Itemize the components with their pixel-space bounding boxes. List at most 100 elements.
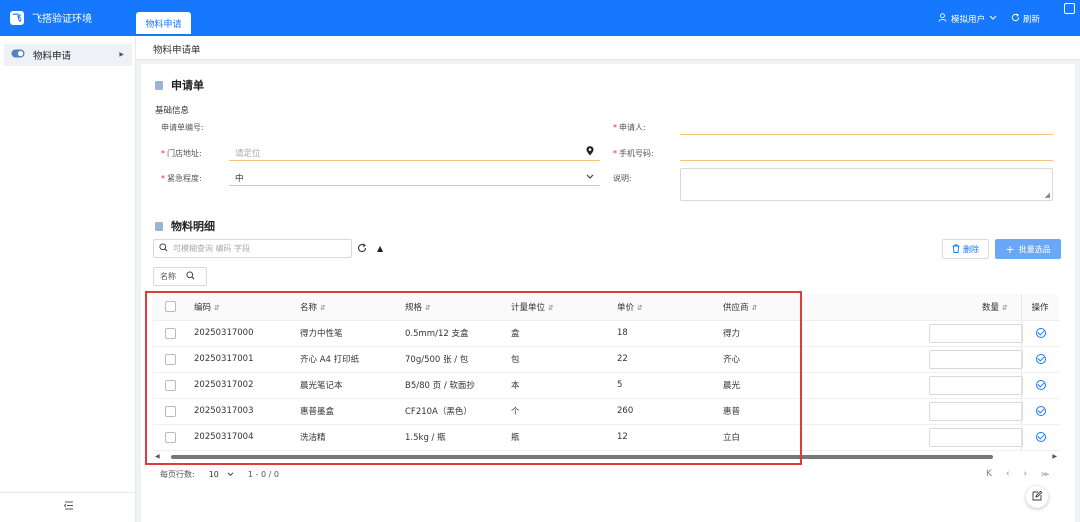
col-header-supplier[interactable]: 供应商 ⇵ bbox=[717, 294, 787, 321]
remark-label: 说明: bbox=[613, 173, 632, 184]
row-select-cell bbox=[153, 346, 188, 373]
search-input[interactable]: 可模糊查询 编码 字段 bbox=[153, 239, 352, 258]
quantity-input[interactable] bbox=[929, 349, 1023, 369]
first-page-icon[interactable]: K bbox=[986, 469, 992, 479]
collapse-menu-icon[interactable] bbox=[63, 501, 74, 513]
delete-button[interactable]: 删除 bbox=[942, 239, 989, 259]
location-pin-icon[interactable] bbox=[586, 146, 594, 159]
check-circle-icon[interactable] bbox=[1035, 405, 1046, 416]
col-header-quantity[interactable]: 数量 ⇵ bbox=[927, 294, 1021, 321]
quantity-input[interactable] bbox=[929, 427, 1023, 447]
header-text: 规格 bbox=[405, 302, 423, 313]
required-mark: * bbox=[161, 174, 165, 183]
cell-code: 20250317000 bbox=[188, 320, 294, 347]
user-icon bbox=[938, 13, 947, 25]
urgency-value: 中 bbox=[235, 174, 244, 184]
remark-textarea[interactable]: ◢ bbox=[680, 168, 1053, 201]
column-filter-chip[interactable]: 名称 bbox=[153, 267, 207, 286]
check-circle-icon[interactable] bbox=[1035, 327, 1046, 338]
table-row[interactable]: 20250317000 得力中性笔 0.5mm/12 支盒盒 18 得力 bbox=[153, 320, 1059, 347]
scroll-left-icon[interactable]: ◀ bbox=[155, 453, 160, 460]
plus-icon: + bbox=[1005, 242, 1015, 256]
col-header-unit[interactable]: 计量单位 ⇵ bbox=[505, 294, 611, 321]
table-refresh-icon[interactable] bbox=[357, 243, 367, 256]
pagination: 每页行数: 10 1 - 0 / 0 bbox=[160, 469, 279, 480]
applicant-field[interactable] bbox=[680, 118, 1053, 135]
table-row[interactable]: 20250317003 惠普墨盒 CF210A（黑色）个 260 惠普 bbox=[153, 398, 1059, 425]
select-all-cell bbox=[153, 294, 188, 321]
cell-unit: 瓶 bbox=[505, 424, 611, 451]
refresh-button[interactable]: 刷新 bbox=[1011, 13, 1040, 25]
header-text: 供应商 bbox=[723, 302, 749, 313]
row-checkbox[interactable] bbox=[165, 353, 176, 365]
store-address-label-text: 门店地址: bbox=[167, 149, 202, 158]
tab-material-request[interactable]: 物料申请 bbox=[136, 12, 191, 36]
sort-icon: ⇵ bbox=[751, 303, 758, 312]
sort-icon: ⇵ bbox=[320, 303, 326, 312]
cell-code: 20250317001 bbox=[188, 346, 294, 373]
sidebar-item-material-request[interactable]: 物料申请 ▶ bbox=[4, 44, 132, 66]
last-page-icon[interactable]: ⪼ bbox=[1041, 469, 1050, 479]
scroll-thumb[interactable] bbox=[171, 455, 993, 459]
check-circle-icon[interactable] bbox=[1035, 353, 1046, 364]
row-checkbox[interactable] bbox=[165, 405, 176, 417]
app-title: 飞搭验证环境 bbox=[32, 14, 92, 25]
caret-up-icon[interactable]: ▲ bbox=[377, 244, 383, 253]
edit-button[interactable] bbox=[1026, 486, 1048, 508]
urgency-select[interactable]: 中 bbox=[229, 169, 600, 186]
table-row[interactable]: 20250317001 齐心 A4 打印纸 70g/500 张 / 包包 22 齐心 bbox=[153, 346, 1059, 373]
check-circle-icon[interactable] bbox=[1035, 431, 1046, 442]
brand[interactable]: 飞 飞搭验证环境 bbox=[10, 10, 92, 25]
cell-quantity bbox=[927, 398, 1023, 425]
batch-select-button[interactable]: + 批量选品 bbox=[995, 239, 1061, 259]
basic-info-title: 基础信息 bbox=[155, 106, 190, 116]
user-name: 模拟用户 bbox=[951, 15, 986, 25]
col-header-code[interactable]: 编码 ⇵ bbox=[188, 294, 294, 321]
row-checkbox[interactable] bbox=[165, 379, 176, 391]
phone-field[interactable] bbox=[680, 144, 1053, 161]
next-page-icon[interactable]: › bbox=[1024, 469, 1028, 479]
cell-quantity bbox=[927, 346, 1023, 373]
resize-handle-icon[interactable]: ◢ bbox=[1045, 191, 1050, 199]
section-title: 申请单 bbox=[171, 79, 204, 92]
cell-price: 260 bbox=[611, 398, 717, 425]
row-checkbox[interactable] bbox=[165, 431, 176, 443]
prev-page-icon[interactable]: ‹ bbox=[1006, 469, 1010, 479]
col-header-name[interactable]: 名称 ⇵ bbox=[294, 294, 399, 321]
app-logo-icon: 飞 bbox=[10, 10, 24, 25]
user-menu[interactable]: 模拟用户 bbox=[938, 13, 997, 25]
col-header-spec[interactable]: 规格 ⇵ bbox=[399, 294, 505, 321]
check-circle-icon[interactable] bbox=[1035, 379, 1046, 390]
quantity-input[interactable] bbox=[929, 375, 1023, 395]
table-row[interactable]: 20250317004 洗洁精 1.5kg / 瓶瓶 12 立白 bbox=[153, 424, 1059, 451]
cell-price: 18 bbox=[611, 320, 717, 347]
breadcrumb: 物料申请单 bbox=[136, 36, 1080, 60]
rows-per-page-value: 10 bbox=[208, 470, 219, 479]
header-text: 编码 bbox=[194, 302, 212, 313]
toggle-icon bbox=[11, 49, 25, 61]
quantity-input[interactable] bbox=[929, 401, 1023, 421]
cell-unit: 盒 bbox=[505, 320, 611, 347]
doc-icon bbox=[155, 80, 163, 90]
cell-spec: 1.5kg / 瓶 bbox=[399, 424, 505, 451]
rows-per-page-select[interactable]: 10 bbox=[209, 470, 234, 479]
cell-quantity bbox=[927, 320, 1023, 347]
quantity-input[interactable] bbox=[929, 323, 1023, 343]
cell-spec: B5/80 页 / 软面抄 bbox=[399, 372, 505, 399]
row-checkbox[interactable] bbox=[165, 327, 176, 339]
horizontal-scrollbar[interactable]: ◀ ▶ bbox=[153, 453, 1059, 461]
select-all-checkbox[interactable] bbox=[165, 301, 176, 313]
top-bar: 飞 飞搭验证环境 物料申请 模拟用户 刷新 bbox=[0, 0, 1080, 36]
search-placeholder: 可模糊查询 编码 字段 bbox=[173, 244, 251, 253]
cell-price: 22 bbox=[611, 346, 717, 373]
window-icon[interactable] bbox=[1064, 3, 1075, 14]
table-row[interactable]: 20250317002 晨光笔记本 B5/80 页 / 软面抄本 5 晨光 bbox=[153, 372, 1059, 399]
store-address-field[interactable]: 请定位 bbox=[229, 144, 600, 161]
header-text: 操作 bbox=[1031, 302, 1049, 313]
applicant-label: * 申请人: bbox=[613, 122, 646, 133]
scroll-right-icon[interactable]: ▶ bbox=[1052, 453, 1057, 460]
sidebar: 物料申请 ▶ bbox=[0, 36, 136, 522]
doc-icon bbox=[155, 221, 163, 231]
sidebar-item-label: 物料申请 bbox=[33, 51, 72, 62]
col-header-price[interactable]: 单价 ⇵ bbox=[611, 294, 717, 321]
